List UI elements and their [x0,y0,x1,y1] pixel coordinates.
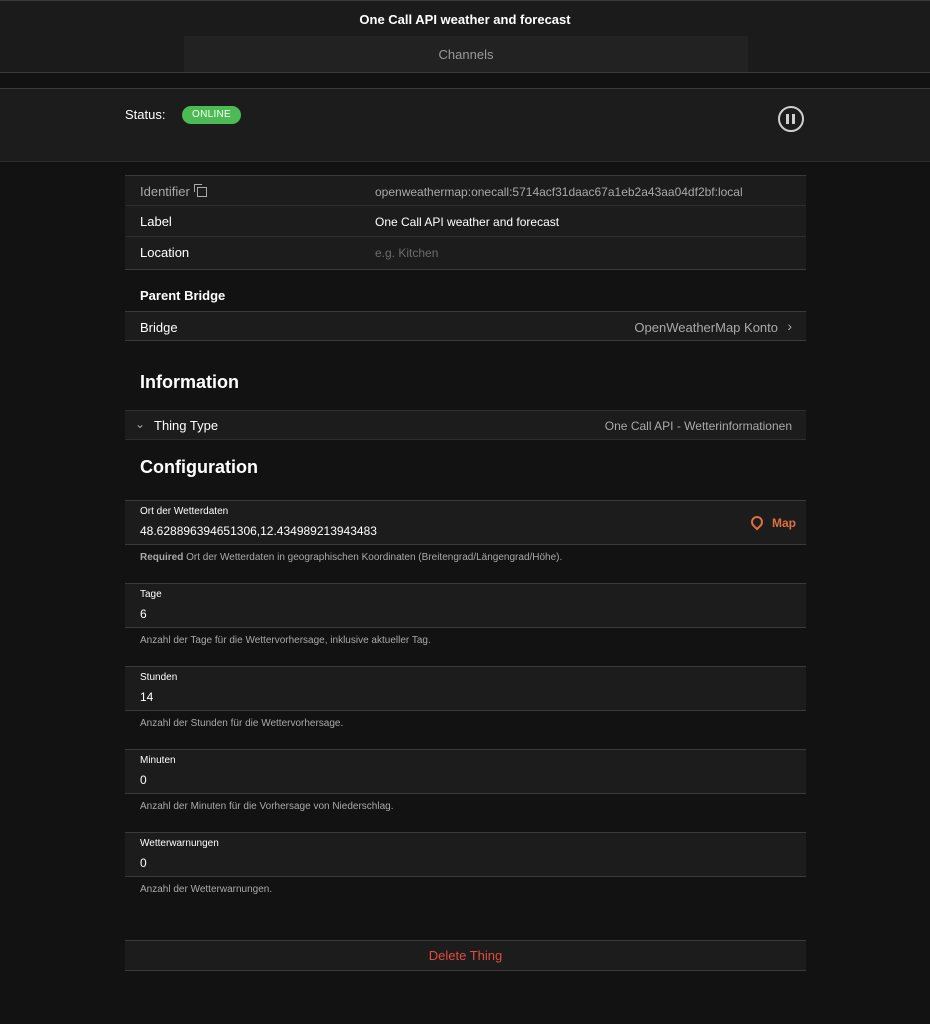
config-field-location[interactable]: Ort der Wetterdaten 48.628896394651306,1… [125,500,806,545]
required-label: Required [140,552,184,563]
identifier-label: Identifier [140,184,207,199]
status-badge: ONLINE [182,106,242,124]
title-bar: One Call API weather and forecast [0,0,930,37]
config-field-value[interactable]: 14 [140,690,153,704]
config-help-text: Anzahl der Stunden für die Wettervorhers… [140,718,344,729]
config-field-label: Stunden [140,672,178,683]
thing-details: Identifier openweathermap:onecall:5714ac… [125,175,806,908]
config-help-text: Anzahl der Wetterwarnungen. [140,884,273,895]
page-title: One Call API weather and forecast [359,12,571,27]
location-row[interactable]: Location e.g. Kitchen [125,237,806,270]
config-field-warnings[interactable]: Wetterwarnungen 0 [125,832,806,877]
thing-type-label: Thing Type [154,418,219,433]
config-field-label: Minuten [140,755,176,766]
config-field-minutes[interactable]: Minuten 0 [125,749,806,794]
location-input[interactable]: e.g. Kitchen [375,246,438,260]
config-field-label: Wetterwarnungen [140,838,219,849]
thing-type-value: One Call API - Wetterinformationen [604,419,792,433]
label-row[interactable]: Label One Call API weather and forecast [125,206,806,237]
label-input[interactable]: One Call API weather and forecast [375,215,559,229]
config-help: Required Ort der Wetterdaten in geograph… [125,545,806,583]
config-field-value[interactable]: 6 [140,607,147,621]
map-button[interactable]: Map [748,513,796,531]
parent-bridge-heading: Parent Bridge [140,288,226,303]
thing-type-row[interactable]: ⌄ Thing Type One Call API - Wetterinform… [125,410,806,440]
config-field-label: Ort der Wetterdaten [140,506,229,517]
config-field-value[interactable]: 48.628896394651306,12.434989213943483 [140,524,377,538]
map-label: Map [772,516,796,530]
bridge-value[interactable]: OpenWeatherMap Konto [634,320,778,335]
config-field-value[interactable]: 0 [140,856,147,870]
copy-icon[interactable] [193,184,207,197]
delete-thing-button[interactable]: Delete Thing [125,940,806,971]
config-field-label: Tage [140,589,162,600]
status-label: Status: [125,107,166,122]
config-help-text: Anzahl der Minuten für die Vorhersage vo… [140,801,394,812]
config-help-text: Anzahl der Tage für die Wettervorhersage… [140,635,431,646]
information-heading: Information [140,372,239,392]
bridge-row[interactable]: Bridge OpenWeatherMap Konto › [125,311,806,341]
status-panel: Status: ONLINE [0,88,930,162]
map-pin-icon [748,513,766,531]
chevron-down-icon: ⌄ [135,417,146,431]
config-field-value[interactable]: 0 [140,773,147,787]
identifier-value: openweathermap:onecall:5714acf31daac67a1… [375,185,743,199]
tab-channels[interactable]: Channels [184,36,748,72]
configuration-heading: Configuration [140,457,258,477]
label-label: Label [140,214,172,229]
config-field-hours[interactable]: Stunden 14 [125,666,806,711]
identifier-row: Identifier openweathermap:onecall:5714ac… [125,175,806,206]
config-field-days[interactable]: Tage 6 [125,583,806,628]
chevron-right-icon: › [787,318,792,334]
location-label: Location [140,245,190,260]
config-help-text: Ort der Wetterdaten in geographischen Ko… [186,552,563,563]
bridge-label: Bridge [140,320,178,335]
pause-button[interactable] [778,106,804,132]
tab-bar: Channels [0,36,930,73]
